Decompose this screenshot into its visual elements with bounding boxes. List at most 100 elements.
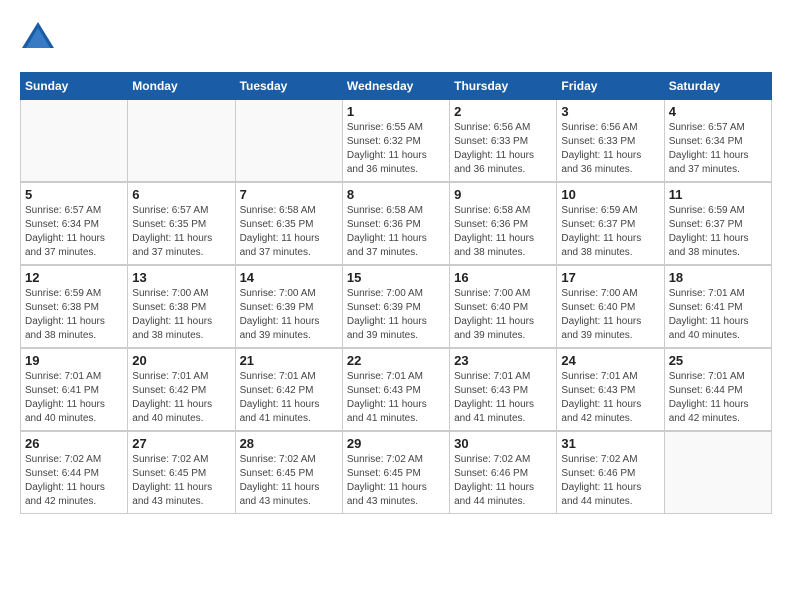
day-info: Sunrise: 6:57 AMSunset: 6:35 PMDaylight:…	[132, 204, 230, 260]
calendar-cell: 6 Sunrise: 6:57 AMSunset: 6:35 PMDaylight…	[128, 182, 235, 265]
day-header-wednesday: Wednesday	[342, 73, 449, 100]
day-number: 25	[669, 353, 767, 368]
calendar-cell: 26 Sunrise: 7:02 AMSunset: 6:44 PMDayligh…	[21, 431, 128, 514]
calendar-cell: 31 Sunrise: 7:02 AMSunset: 6:46 PMDayligh…	[557, 431, 664, 514]
calendar-cell: 11 Sunrise: 6:59 AMSunset: 6:37 PMDayligh…	[664, 182, 771, 265]
week-row-4: 19 Sunrise: 7:01 AMSunset: 6:41 PMDayligh…	[21, 348, 772, 431]
day-info: Sunrise: 7:01 AMSunset: 6:43 PMDaylight:…	[561, 370, 659, 426]
calendar-cell: 16 Sunrise: 7:00 AMSunset: 6:40 PMDayligh…	[450, 265, 557, 348]
day-info: Sunrise: 7:01 AMSunset: 6:42 PMDaylight:…	[240, 370, 338, 426]
day-number: 19	[25, 353, 123, 368]
day-info: Sunrise: 7:02 AMSunset: 6:45 PMDaylight:…	[132, 453, 230, 509]
day-info: Sunrise: 6:56 AMSunset: 6:33 PMDaylight:…	[454, 121, 552, 177]
day-number: 27	[132, 436, 230, 451]
day-info: Sunrise: 7:01 AMSunset: 6:41 PMDaylight:…	[25, 370, 123, 426]
day-info: Sunrise: 6:58 AMSunset: 6:36 PMDaylight:…	[347, 204, 445, 260]
logo	[20, 20, 60, 56]
calendar-cell: 10 Sunrise: 6:59 AMSunset: 6:37 PMDayligh…	[557, 182, 664, 265]
day-number: 6	[132, 187, 230, 202]
calendar-cell	[664, 431, 771, 514]
day-info: Sunrise: 7:02 AMSunset: 6:45 PMDaylight:…	[240, 453, 338, 509]
day-info: Sunrise: 7:02 AMSunset: 6:46 PMDaylight:…	[454, 453, 552, 509]
day-info: Sunrise: 7:01 AMSunset: 6:43 PMDaylight:…	[454, 370, 552, 426]
day-number: 17	[561, 270, 659, 285]
day-number: 22	[347, 353, 445, 368]
calendar-cell: 21Sunrise: 7:01 AMSunset: 6:42 PMDayligh…	[235, 348, 342, 431]
calendar-cell: 18Sunrise: 7:01 AMSunset: 6:41 PMDayligh…	[664, 265, 771, 348]
calendar-cell: 3 Sunrise: 6:56 AMSunset: 6:33 PMDaylight…	[557, 100, 664, 183]
calendar-header-row: SundayMondayTuesdayWednesdayThursdayFrid…	[21, 73, 772, 100]
day-info: Sunrise: 6:57 AMSunset: 6:34 PMDaylight:…	[669, 121, 767, 177]
day-info: Sunrise: 7:00 AMSunset: 6:39 PMDaylight:…	[347, 287, 445, 343]
day-number: 31	[561, 436, 659, 451]
day-info: Sunrise: 6:56 AMSunset: 6:33 PMDaylight:…	[561, 121, 659, 177]
calendar-cell: 23 Sunrise: 7:01 AMSunset: 6:43 PMDayligh…	[450, 348, 557, 431]
calendar-cell: 30 Sunrise: 7:02 AMSunset: 6:46 PMDayligh…	[450, 431, 557, 514]
week-row-1: 1 Sunrise: 6:55 AMSunset: 6:32 PMDaylight…	[21, 100, 772, 183]
day-info: Sunrise: 7:01 AMSunset: 6:43 PMDaylight:…	[347, 370, 445, 426]
day-info: Sunrise: 6:59 AMSunset: 6:37 PMDaylight:…	[669, 204, 767, 260]
day-info: Sunrise: 7:02 AMSunset: 6:45 PMDaylight:…	[347, 453, 445, 509]
day-number: 7	[240, 187, 338, 202]
day-header-sunday: Sunday	[21, 73, 128, 100]
day-number: 5	[25, 187, 123, 202]
day-number: 30	[454, 436, 552, 451]
day-info: Sunrise: 6:58 AMSunset: 6:36 PMDaylight:…	[454, 204, 552, 260]
calendar-cell	[21, 100, 128, 183]
day-number: 13	[132, 270, 230, 285]
day-info: Sunrise: 6:59 AMSunset: 6:37 PMDaylight:…	[561, 204, 659, 260]
calendar-cell	[235, 100, 342, 183]
calendar-cell: 7 Sunrise: 6:58 AMSunset: 6:35 PMDaylight…	[235, 182, 342, 265]
day-header-saturday: Saturday	[664, 73, 771, 100]
calendar-cell	[128, 100, 235, 183]
calendar-cell: 29 Sunrise: 7:02 AMSunset: 6:45 PMDayligh…	[342, 431, 449, 514]
day-number: 12	[25, 270, 123, 285]
day-info: Sunrise: 7:00 AMSunset: 6:40 PMDaylight:…	[454, 287, 552, 343]
day-header-friday: Friday	[557, 73, 664, 100]
day-number: 4	[669, 104, 767, 119]
day-number: 9	[454, 187, 552, 202]
calendar-cell: 15 Sunrise: 7:00 AMSunset: 6:39 PMDayligh…	[342, 265, 449, 348]
page-header	[20, 20, 772, 56]
calendar-cell: 1 Sunrise: 6:55 AMSunset: 6:32 PMDaylight…	[342, 100, 449, 183]
calendar-cell: 27 Sunrise: 7:02 AMSunset: 6:45 PMDayligh…	[128, 431, 235, 514]
calendar-cell: 4 Sunrise: 6:57 AMSunset: 6:34 PMDaylight…	[664, 100, 771, 183]
day-header-tuesday: Tuesday	[235, 73, 342, 100]
day-number: 28	[240, 436, 338, 451]
day-info: Sunrise: 6:58 AMSunset: 6:35 PMDaylight:…	[240, 204, 338, 260]
day-info: Sunrise: 6:59 AMSunset: 6:38 PMDaylight:…	[25, 287, 123, 343]
day-number: 18	[669, 270, 767, 285]
day-info: Sunrise: 7:01 AMSunset: 6:44 PMDaylight:…	[669, 370, 767, 426]
day-number: 1	[347, 104, 445, 119]
calendar-cell: 14Sunrise: 7:00 AMSunset: 6:39 PMDayligh…	[235, 265, 342, 348]
day-number: 26	[25, 436, 123, 451]
logo-icon	[20, 20, 56, 56]
day-number: 3	[561, 104, 659, 119]
day-number: 15	[347, 270, 445, 285]
day-info: Sunrise: 6:55 AMSunset: 6:32 PMDaylight:…	[347, 121, 445, 177]
calendar-cell: 9 Sunrise: 6:58 AMSunset: 6:36 PMDaylight…	[450, 182, 557, 265]
day-number: 2	[454, 104, 552, 119]
day-number: 10	[561, 187, 659, 202]
week-row-3: 12 Sunrise: 6:59 AMSunset: 6:38 PMDayligh…	[21, 265, 772, 348]
calendar-cell: 12 Sunrise: 6:59 AMSunset: 6:38 PMDayligh…	[21, 265, 128, 348]
day-header-monday: Monday	[128, 73, 235, 100]
day-number: 24	[561, 353, 659, 368]
calendar-cell: 25 Sunrise: 7:01 AMSunset: 6:44 PMDayligh…	[664, 348, 771, 431]
day-info: Sunrise: 7:02 AMSunset: 6:44 PMDaylight:…	[25, 453, 123, 509]
day-number: 29	[347, 436, 445, 451]
day-number: 16	[454, 270, 552, 285]
week-row-2: 5 Sunrise: 6:57 AMSunset: 6:34 PMDaylight…	[21, 182, 772, 265]
day-info: Sunrise: 7:02 AMSunset: 6:46 PMDaylight:…	[561, 453, 659, 509]
calendar-cell: 22 Sunrise: 7:01 AMSunset: 6:43 PMDayligh…	[342, 348, 449, 431]
day-number: 23	[454, 353, 552, 368]
calendar-cell: 20Sunrise: 7:01 AMSunset: 6:42 PMDayligh…	[128, 348, 235, 431]
calendar-cell: 28 Sunrise: 7:02 AMSunset: 6:45 PMDayligh…	[235, 431, 342, 514]
day-number: 8	[347, 187, 445, 202]
day-header-thursday: Thursday	[450, 73, 557, 100]
day-number: 11	[669, 187, 767, 202]
day-number: 14	[240, 270, 338, 285]
calendar-cell: 2 Sunrise: 6:56 AMSunset: 6:33 PMDaylight…	[450, 100, 557, 183]
day-info: Sunrise: 6:57 AMSunset: 6:34 PMDaylight:…	[25, 204, 123, 260]
calendar-cell: 17Sunrise: 7:00 AMSunset: 6:40 PMDayligh…	[557, 265, 664, 348]
